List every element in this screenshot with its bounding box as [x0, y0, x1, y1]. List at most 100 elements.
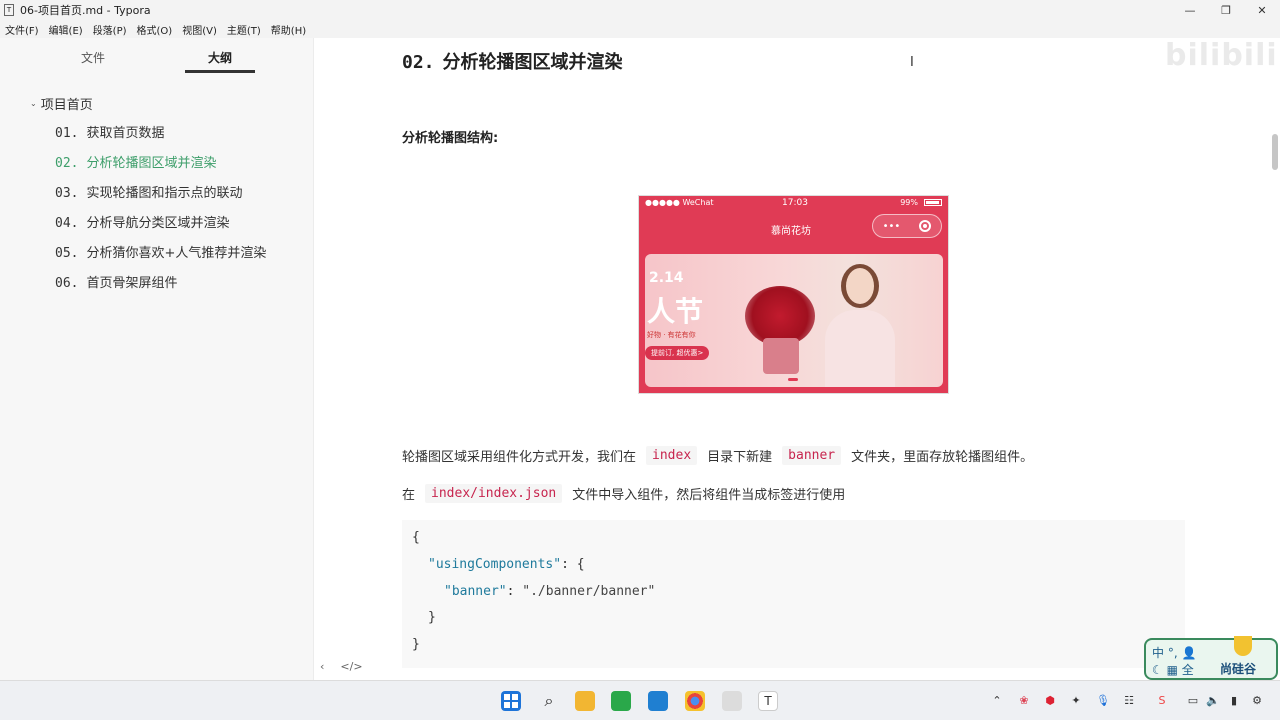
chrome-icon[interactable]: [685, 691, 705, 711]
miniprogram-screenshot: ●●●●● WeChat 17:03 99% 慕尚花坊 ••• 2.14 人节 …: [638, 195, 949, 394]
outline-item[interactable]: 05. 分析猜你喜欢+人气推荐并渲染: [55, 242, 266, 261]
banner-date: 2.14: [649, 270, 684, 286]
para-text: 轮播图区域采用组件化方式开发，我们在: [402, 450, 637, 465]
outline-item-active[interactable]: 02. 分析轮播图区域并渲染: [55, 152, 217, 171]
tab-outline[interactable]: 大纲: [208, 49, 232, 66]
code-line: }: [428, 610, 436, 625]
para-text: 文件夹，里面存放轮播图组件。: [851, 450, 1034, 465]
heading-text: 分析轮播图区域并渲染: [442, 52, 623, 73]
menu-help[interactable]: 帮助(H): [271, 22, 306, 37]
restore-button[interactable]: ❐: [1208, 0, 1244, 20]
code-line: "banner": "./banner/banner": [444, 584, 655, 599]
ime-brand-badge: 中 °, 👤 ☾ ▦ 全 尚硅谷: [1144, 636, 1278, 680]
wechat-devtools-icon[interactable]: [611, 691, 631, 711]
ime-line-2: ☾ ▦ 全: [1152, 663, 1194, 677]
tab-files[interactable]: 文件: [81, 49, 105, 66]
more-dots-icon: •••: [882, 220, 901, 232]
microphone-icon[interactable]: 🎙: [1096, 693, 1110, 707]
inline-code: index/index.json: [425, 484, 563, 503]
json-value: "./banner/banner": [522, 584, 656, 599]
menu-view[interactable]: 视图(V): [182, 22, 217, 37]
menu-theme[interactable]: 主题(T): [227, 22, 261, 37]
swiper-indicator-dot: [788, 378, 798, 381]
menu-edit[interactable]: 编辑(E): [49, 22, 83, 37]
sidebar-tabs: 文件 大纲: [0, 38, 313, 76]
bilibili-watermark: bilibili: [1165, 38, 1278, 73]
tray-app-icon[interactable]: S: [1155, 693, 1169, 707]
file-explorer-icon[interactable]: [575, 691, 595, 711]
outline-item-number: 06.: [55, 276, 79, 291]
outline-root-label: 项目首页: [40, 98, 93, 113]
code-block[interactable]: { "usingComponents": { "banner": "./bann…: [402, 520, 1185, 668]
model-face-image: [846, 268, 874, 304]
swiper-banner: 2.14 人节 好物 · 有花有你 提前订, 超优惠>: [645, 254, 943, 387]
shield-icon[interactable]: ⬢: [1043, 693, 1057, 707]
text-cursor-icon: I: [910, 55, 914, 70]
close-button[interactable]: ✕: [1244, 0, 1280, 20]
carrier-label: ●●●●● WeChat: [645, 198, 714, 207]
outline-item[interactable]: 04. 分析导航分类区域并渲染: [55, 212, 230, 231]
code-punct: :: [506, 584, 523, 599]
tray-app-icon[interactable]: ☷: [1122, 693, 1136, 707]
app-icon[interactable]: [722, 691, 742, 711]
typora-taskbar-icon[interactable]: T: [758, 691, 778, 711]
display-icon[interactable]: ▭: [1186, 693, 1200, 707]
outline-item[interactable]: 01. 获取首页数据: [55, 122, 165, 141]
json-key: "usingComponents": [428, 557, 562, 572]
active-tab-indicator: [185, 70, 255, 73]
close-target-icon: [919, 220, 932, 232]
minimize-button[interactable]: —: [1172, 0, 1208, 20]
outline-item-label: 首页骨架屏组件: [86, 276, 178, 291]
model-body-image: [825, 310, 895, 387]
sub-heading: 分析轮播图结构:: [402, 131, 499, 146]
outline-root[interactable]: ⌄ 项目首页: [30, 94, 93, 113]
battery-icon[interactable]: ▮: [1227, 693, 1241, 707]
outline-item-number: 05.: [55, 246, 79, 261]
banner-promo-pill: 提前订, 超优惠>: [645, 346, 710, 360]
para-text: 在: [402, 488, 416, 503]
code-line: {: [412, 530, 420, 545]
editor-area[interactable]: bilibili 02. 分析轮播图区域并渲染 I 分析轮播图结构: ●●●●● …: [315, 38, 1280, 680]
phone-nav-title: 慕尚花坊: [771, 226, 811, 237]
outline-item-label: 分析导航分类区域并渲染: [86, 216, 230, 231]
tray-app-icon[interactable]: ✦: [1069, 693, 1083, 707]
brand-name: 尚硅谷: [1220, 662, 1257, 676]
section-heading: 02. 分析轮播图区域并渲染: [402, 48, 623, 74]
code-line: "usingComponents": {: [428, 557, 585, 572]
sidebar: 文件 大纲 ⌄ 项目首页 01. 获取首页数据 02. 分析轮播图区域并渲染 03.…: [0, 38, 314, 680]
menu-format[interactable]: 格式(O): [137, 22, 173, 37]
tray-app-icon[interactable]: ❀: [1017, 693, 1031, 707]
miniprogram-capsule: •••: [872, 214, 942, 238]
ime-status: 中 °, 👤 ☾ ▦ 全: [1152, 644, 1196, 678]
outline-item-label: 获取首页数据: [86, 126, 165, 141]
outline-item-label: 实现轮播图和指示点的联动: [86, 186, 243, 201]
para-text: 目录下新建: [707, 450, 773, 465]
banner-title: 人节: [647, 295, 704, 328]
typora-app-icon: T: [4, 4, 14, 16]
volume-icon[interactable]: 🔈: [1206, 693, 1220, 707]
outline-item[interactable]: 03. 实现轮播图和指示点的联动: [55, 182, 243, 201]
outline-item-label: 分析猜你喜欢+人气推荐并渲染: [86, 246, 267, 261]
menu-file[interactable]: 文件(F): [5, 22, 39, 37]
outline-item-label: 分析轮播图区域并渲染: [86, 156, 217, 171]
inline-code: banner: [782, 446, 842, 465]
json-key: "banner": [444, 584, 507, 599]
windows-start-icon[interactable]: [501, 691, 521, 711]
battery-icon: [924, 199, 942, 206]
vertical-scrollbar[interactable]: [1272, 134, 1278, 170]
chevron-up-icon[interactable]: ⌃: [990, 693, 1004, 707]
outline-item-number: 01.: [55, 126, 79, 141]
gift-box-image: [763, 338, 799, 374]
vscode-icon[interactable]: [648, 691, 668, 711]
inline-code: index: [646, 446, 698, 465]
outline-item[interactable]: 06. 首页骨架屏组件: [55, 272, 178, 291]
taskbar: ⌕ T ⌃ ❀ ⬢ ✦ 🎙 ☷ S ▭ 🔈 ▮ ⚙: [0, 680, 1280, 720]
phone-status-bar: ●●●●● WeChat 17:03 99%: [639, 196, 948, 210]
menu-bar: 文件(F) 编辑(E) 段落(P) 格式(O) 视图(V) 主题(T) 帮助(H…: [0, 20, 1280, 38]
chevron-down-icon[interactable]: ⌄: [30, 99, 37, 108]
menu-paragraph[interactable]: 段落(P): [93, 22, 127, 37]
heading-number: 02.: [402, 52, 435, 73]
search-icon[interactable]: ⌕: [539, 691, 559, 711]
code-punct: : {: [561, 557, 585, 572]
settings-icon[interactable]: ⚙: [1250, 693, 1264, 707]
